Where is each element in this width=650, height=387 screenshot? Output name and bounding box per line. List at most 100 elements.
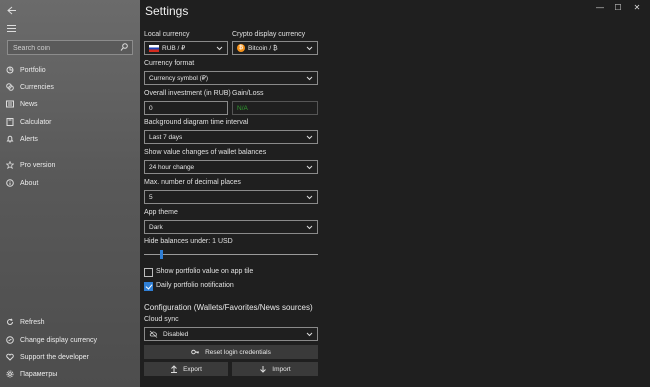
reset-credentials-button[interactable]: Reset login credentials <box>144 345 318 359</box>
dropdown-value: 24 hour change <box>149 163 195 171</box>
dropdown-value: Dark <box>149 223 163 231</box>
page-title: Settings <box>145 4 189 18</box>
nav-item-portfolio[interactable]: Portfolio <box>0 62 140 78</box>
nav-label: Currencies <box>20 83 54 91</box>
nav-label: News <box>20 100 38 108</box>
heart-icon <box>0 353 20 361</box>
nav-label: Параметры <box>20 370 58 378</box>
calculator-icon <box>0 118 20 126</box>
hide-balances-label: Hide balances under: 1 USD <box>144 238 233 245</box>
nav-label: About <box>20 179 39 187</box>
info-icon <box>0 179 20 187</box>
bitcoin-icon: ₿ <box>237 44 245 52</box>
nav-item-news[interactable]: News <box>0 96 140 112</box>
cloud-sync-label: Cloud sync <box>144 316 179 323</box>
nav-item-alerts[interactable]: Alerts <box>0 131 140 147</box>
chevron-down-icon <box>306 331 313 337</box>
dropdown-value: RUB / ₽ <box>162 45 186 52</box>
upload-icon <box>170 365 178 373</box>
chevron-down-icon <box>306 194 313 200</box>
nav-item-refresh[interactable]: Refresh <box>0 314 140 330</box>
bg-interval-label: Background diagram time interval <box>144 119 249 126</box>
news-icon <box>0 100 20 108</box>
dropdown-value: Disabled <box>163 330 189 338</box>
daily-notification-label: Daily portfolio notification <box>156 282 234 289</box>
currency-format-label: Currency format <box>144 60 195 67</box>
reset-credentials-label: Reset login credentials <box>205 348 271 356</box>
nav-item-about[interactable]: About <box>0 175 140 191</box>
hide-balances-slider-thumb[interactable] <box>160 250 164 259</box>
currency-format-dropdown[interactable]: Currency symbol (₽) <box>144 71 318 85</box>
chevron-down-icon <box>216 45 223 51</box>
search-box[interactable] <box>7 40 133 55</box>
app-theme-dropdown[interactable]: Dark <box>144 220 318 234</box>
gain-loss-field: N/A <box>232 101 318 115</box>
chevron-down-icon <box>306 45 313 51</box>
chevron-down-icon <box>306 224 313 230</box>
export-label: Export <box>183 365 202 373</box>
hide-balances-slider-track[interactable] <box>144 254 318 255</box>
minimize-button[interactable]: — <box>592 0 608 14</box>
crypto-currency-label: Crypto display currency <box>232 31 306 38</box>
dropdown-value: 5 <box>149 193 153 201</box>
settings-panel: Settings — ☐ ✕ Local currency RUB / ₽ Cr… <box>140 0 650 387</box>
decimal-places-dropdown[interactable]: 5 <box>144 190 318 204</box>
sidebar: Portfolio Currencies News Calculator Ale… <box>0 0 140 387</box>
currencies-icon <box>0 83 20 91</box>
nav-item-change-display-currency[interactable]: Change display currency <box>0 332 140 348</box>
cloud-sync-dropdown[interactable]: Disabled <box>144 327 318 341</box>
chevron-down-icon <box>306 164 313 170</box>
nav-label: Calculator <box>20 118 52 126</box>
bg-interval-dropdown[interactable]: Last 7 days <box>144 130 318 144</box>
search-input[interactable] <box>13 43 113 53</box>
star-icon <box>0 161 20 169</box>
configuration-heading: Configuration (Wallets/Favorites/News so… <box>144 303 313 312</box>
import-button[interactable]: Import <box>232 362 318 376</box>
nav-label: Refresh <box>20 318 45 326</box>
overall-investment-label: Overall investment (in RUB) <box>144 90 231 97</box>
nav-item-calculator[interactable]: Calculator <box>0 114 140 130</box>
russia-flag-icon <box>149 44 159 52</box>
search-icon[interactable] <box>120 43 128 52</box>
overall-investment-input[interactable]: 0 <box>144 101 228 115</box>
nav-item-settings[interactable]: Параметры <box>0 366 140 382</box>
cloud-off-icon <box>149 330 158 338</box>
nav-label: Change display currency <box>20 336 98 344</box>
decimal-places-label: Max. number of decimal places <box>144 179 241 186</box>
import-label: Import <box>272 365 291 373</box>
currency-icon <box>0 336 20 344</box>
back-arrow-icon[interactable] <box>7 6 19 16</box>
portfolio-icon <box>0 66 20 74</box>
local-currency-label: Local currency <box>144 31 190 38</box>
daily-notification-checkbox[interactable] <box>144 282 153 291</box>
show-tile-label: Show portfolio value on app tile <box>156 268 254 275</box>
dropdown-value: Bitcoin / ₿ <box>248 44 278 52</box>
nav-item-support[interactable]: Support the developer <box>0 349 140 365</box>
hamburger-menu-icon[interactable] <box>7 25 16 33</box>
gain-loss-label: Gain/Loss <box>232 90 264 97</box>
export-button[interactable]: Export <box>144 362 228 376</box>
nav-label: Portfolio <box>20 66 46 74</box>
gear-icon <box>0 370 20 378</box>
app-theme-label: App theme <box>144 209 178 216</box>
maximize-button[interactable]: ☐ <box>610 0 626 14</box>
crypto-currency-dropdown[interactable]: ₿ Bitcoin / ₿ <box>232 41 318 55</box>
close-button[interactable]: ✕ <box>629 0 645 14</box>
download-icon <box>259 365 267 373</box>
chevron-down-icon <box>306 75 313 81</box>
alerts-icon <box>0 135 20 143</box>
nav-item-pro-version[interactable]: Pro version <box>0 157 140 173</box>
nav-label: Support the developer <box>20 353 89 361</box>
local-currency-dropdown[interactable]: RUB / ₽ <box>144 41 228 55</box>
refresh-icon <box>0 318 20 326</box>
nav-label: Alerts <box>20 135 38 143</box>
nav-label: Pro version <box>20 161 56 169</box>
nav-item-currencies[interactable]: Currencies <box>0 79 140 95</box>
wallet-changes-dropdown[interactable]: 24 hour change <box>144 160 318 174</box>
wallet-changes-label: Show value changes of wallet balances <box>144 149 267 156</box>
dropdown-value: Last 7 days <box>149 133 183 141</box>
key-icon <box>191 348 200 356</box>
chevron-down-icon <box>306 134 313 140</box>
show-tile-checkbox[interactable] <box>144 268 153 277</box>
dropdown-value: Currency symbol (₽) <box>149 75 209 82</box>
